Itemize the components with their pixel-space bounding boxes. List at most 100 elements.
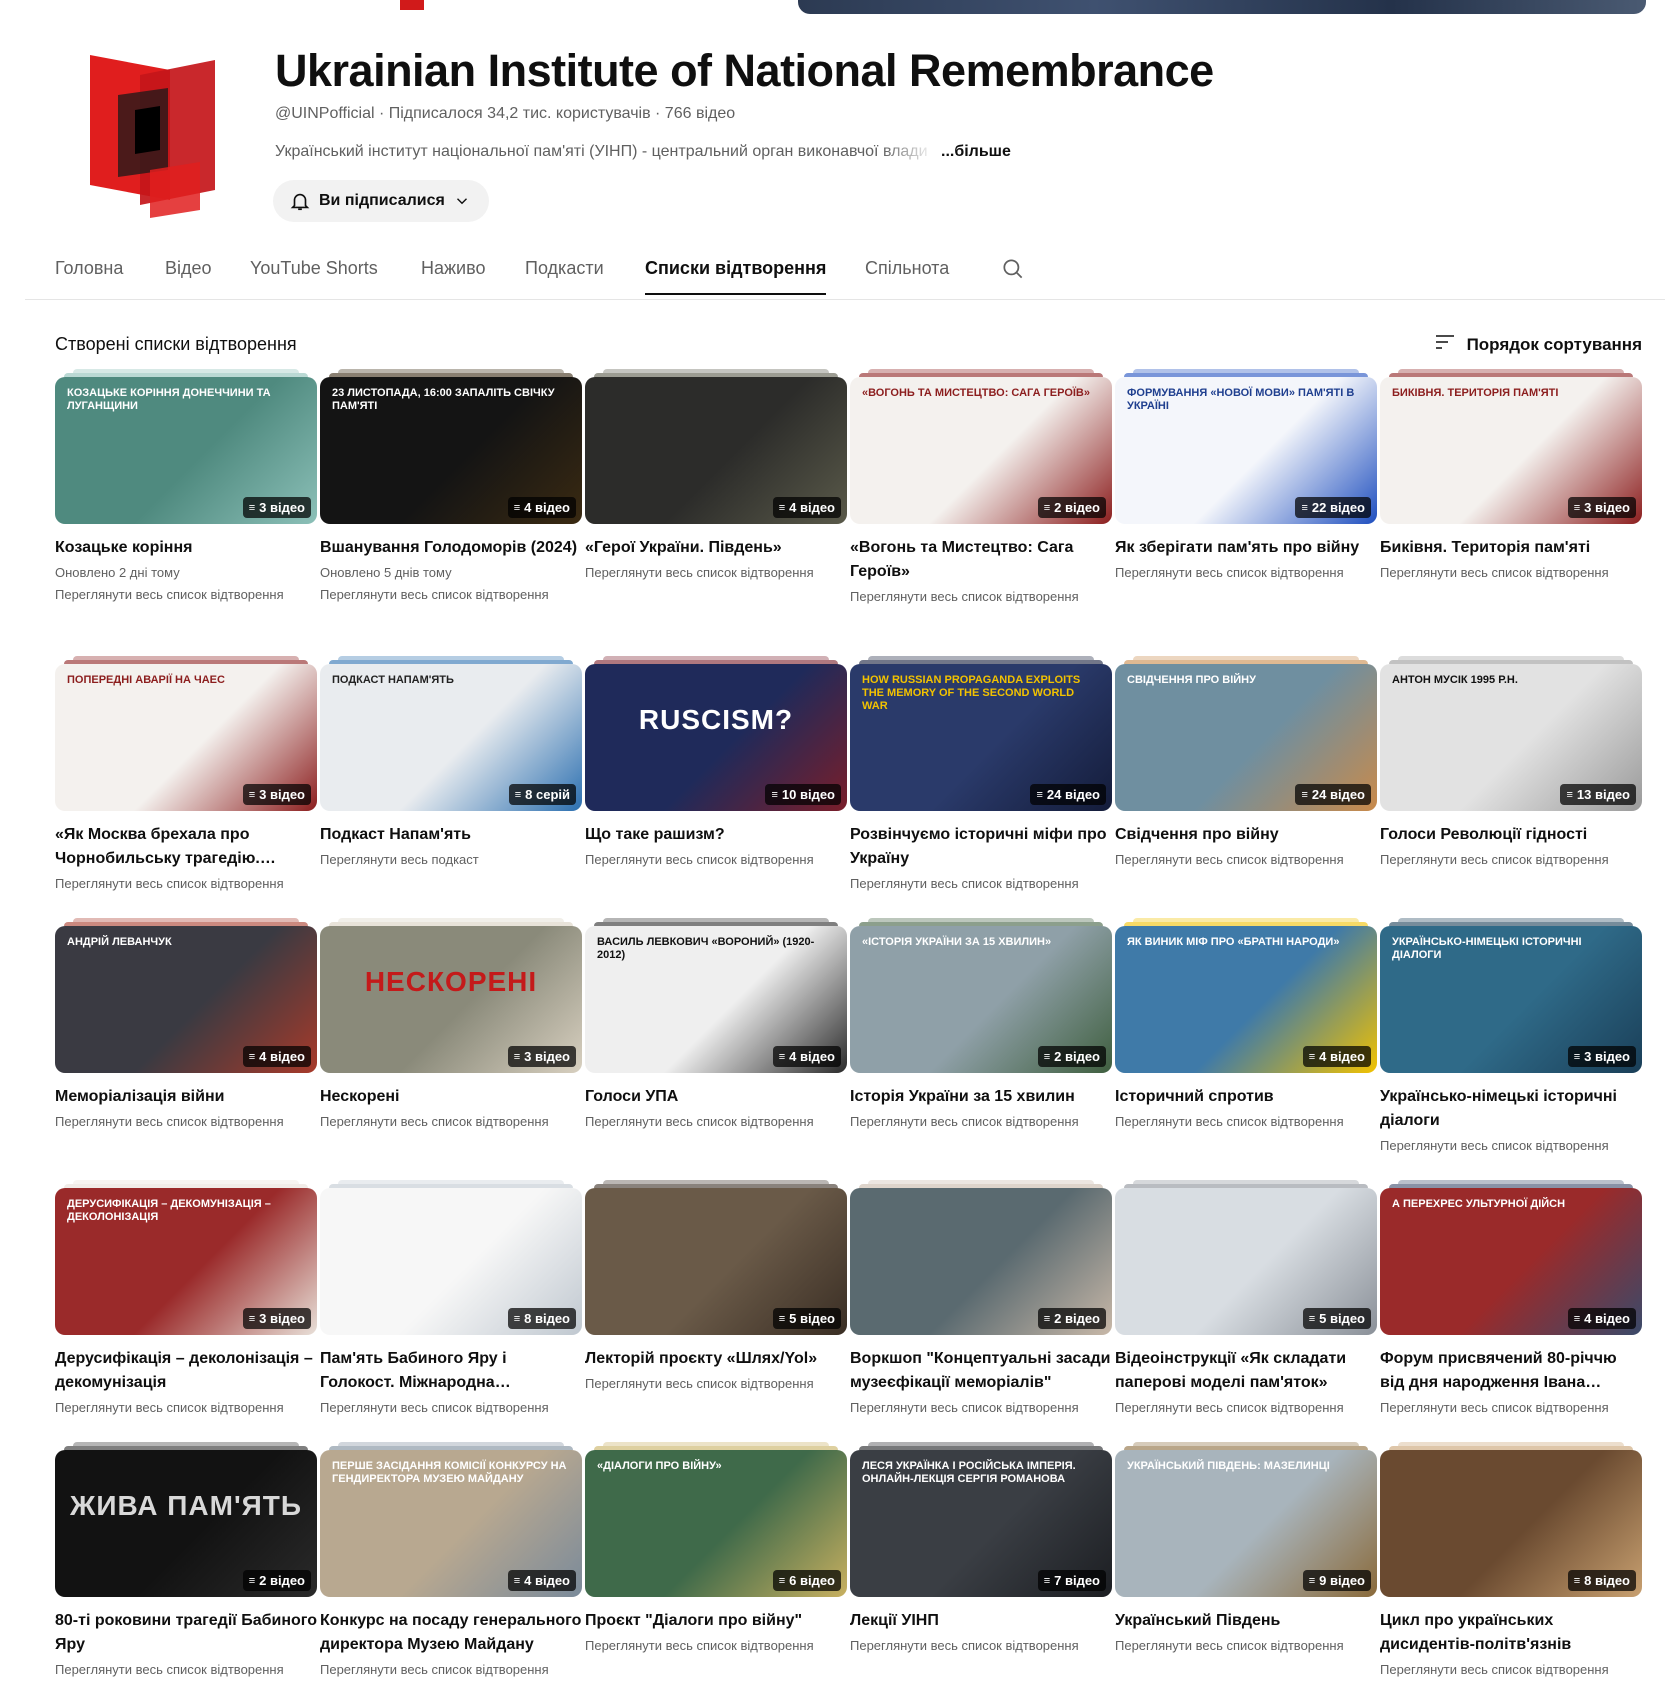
playlist-title[interactable]: Конкурс на посаду генерального директора… bbox=[320, 1609, 582, 1657]
tab-home[interactable]: Головна bbox=[55, 258, 123, 293]
playlist-title[interactable]: Форум присвячений 80-річчю від дня народ… bbox=[1380, 1347, 1642, 1395]
view-full-playlist-link[interactable]: Переглянути весь список відтворення bbox=[1115, 849, 1377, 871]
playlist-thumbnail[interactable]: HOW RUSSIAN PROPAGANDA EXPLOITS THE MEMO… bbox=[850, 664, 1112, 811]
playlist-thumbnail[interactable]: ВАСИЛЬ ЛЕВКОВИЧ «ВОРОНИЙ» (1920-2012) ≡ 4 … bbox=[585, 926, 847, 1073]
view-full-playlist-link[interactable]: Переглянути весь список відтворення bbox=[850, 1111, 1112, 1133]
view-full-playlist-link[interactable]: Переглянути весь список відтворення bbox=[850, 586, 1112, 608]
playlist-title[interactable]: Лекції УІНП bbox=[850, 1609, 1112, 1633]
view-full-playlist-link[interactable]: Переглянути весь список відтворення bbox=[1380, 1397, 1642, 1419]
playlist-title[interactable]: Голоси Революції гідності bbox=[1380, 823, 1642, 847]
playlist-thumbnail[interactable]: ЖИВА ПАМ'ЯТЬ ≡ 2 відео bbox=[55, 1450, 317, 1597]
playlist-thumbnail[interactable]: Як виник міф про «братні народи» ≡ 4 відео bbox=[1115, 926, 1377, 1073]
playlist-thumbnail[interactable]: ЛЕСЯ УКРАЇНКА І РОСІЙСЬКА ІМПЕРІЯ. ОНЛАЙ… bbox=[850, 1450, 1112, 1597]
playlist-title[interactable]: Цикл про українських дисидентів-політв'я… bbox=[1380, 1609, 1642, 1657]
playlist-thumbnail[interactable]: 23 ЛИСТОПАДА, 16:00 ЗАПАЛІТЬ СВІЧКУ ПАМ'… bbox=[320, 377, 582, 524]
playlist-thumbnail[interactable]: АНТОН МУСІК 1995 р.н. ≡ 13 відео bbox=[1380, 664, 1642, 811]
tab-playlists[interactable]: Списки відтворення bbox=[645, 258, 827, 295]
playlist-title[interactable]: Нескорені bbox=[320, 1085, 582, 1109]
playlist-title[interactable]: Що таке рашизм? bbox=[585, 823, 847, 847]
playlist-title[interactable]: Історичний спротив bbox=[1115, 1085, 1377, 1109]
view-full-playlist-link[interactable]: Переглянути весь список відтворення bbox=[1115, 1397, 1377, 1419]
playlist-title[interactable]: Українсько-німецькі історичні діалоги bbox=[1380, 1085, 1642, 1133]
view-full-playlist-link[interactable]: Переглянути весь список відтворення bbox=[55, 1111, 317, 1133]
playlist-thumbnail[interactable]: RUSCISM? ≡ 10 відео bbox=[585, 664, 847, 811]
playlist-thumbnail[interactable]: а перехрес ультурної дійсн ≡ 4 відео bbox=[1380, 1188, 1642, 1335]
playlist-title[interactable]: Биківня. Територія пам'яті bbox=[1380, 536, 1642, 560]
more-link[interactable]: ...більше bbox=[941, 143, 1011, 160]
playlist-thumbnail[interactable]: УКРАЇНСЬКО-НІМЕЦЬКІ ІСТОРИЧНІ ДІАЛОГИ ≡ 3 … bbox=[1380, 926, 1642, 1073]
playlist-thumbnail[interactable]: НЕСКОРЕНІ ≡ 3 відео bbox=[320, 926, 582, 1073]
tab-videos[interactable]: Відео bbox=[165, 258, 212, 293]
view-full-playlist-link[interactable]: Переглянути весь список відтворення bbox=[320, 1659, 582, 1681]
view-full-playlist-link[interactable]: Переглянути весь список відтворення bbox=[1380, 1135, 1642, 1157]
playlist-title[interactable]: «Вогонь та Мистецтво: Сага Героїв» bbox=[850, 536, 1112, 584]
playlist-title[interactable]: Козацьке коріння bbox=[55, 536, 317, 560]
playlist-title[interactable]: Голоси УПА bbox=[585, 1085, 847, 1109]
playlist-thumbnail[interactable]: ≡ 8 відео bbox=[1380, 1450, 1642, 1597]
playlist-title[interactable]: Відеоінструкції «Як складати паперові мо… bbox=[1115, 1347, 1377, 1395]
playlist-thumbnail[interactable]: АНДРІЙ ЛЕВАНЧУК ≡ 4 відео bbox=[55, 926, 317, 1073]
view-full-playlist-link[interactable]: Переглянути весь список відтворення bbox=[1115, 1111, 1377, 1133]
playlist-thumbnail[interactable]: ≡ 2 відео bbox=[850, 1188, 1112, 1335]
view-full-playlist-link[interactable]: Переглянути весь список відтворення bbox=[55, 584, 317, 606]
playlist-thumbnail[interactable]: СВІДЧЕННЯ ПРО ВІЙНУ ≡ 24 відео bbox=[1115, 664, 1377, 811]
playlist-title[interactable]: Розвінчуємо історичні міфи про Україну bbox=[850, 823, 1112, 871]
playlist-thumbnail[interactable]: КОЗАЦЬКЕ КОРІННЯ ДОНЕЧЧИНИ ТА ЛУГАНЩИНИ ≡… bbox=[55, 377, 317, 524]
playlist-thumbnail[interactable]: БИКІВНЯ. ТЕРИТОРІЯ ПАМ'ЯТІ ≡ 3 відео bbox=[1380, 377, 1642, 524]
view-full-playlist-link[interactable]: Переглянути весь список відтворення bbox=[850, 873, 1112, 895]
view-full-playlist-link[interactable]: Переглянути весь список відтворення bbox=[1380, 849, 1642, 871]
playlist-title[interactable]: Український Південь bbox=[1115, 1609, 1377, 1633]
playlist-thumbnail[interactable]: «ВОГОНЬ ТА МИСТЕЦТВО: САГА ГЕРОЇВ» ≡ 2 від… bbox=[850, 377, 1112, 524]
playlist-thumbnail[interactable]: ≡ 8 відео bbox=[320, 1188, 582, 1335]
view-full-playlist-link[interactable]: Переглянути весь список відтворення bbox=[1115, 562, 1377, 584]
view-full-playlist-link[interactable]: Переглянути весь список відтворення bbox=[55, 873, 317, 895]
sort-button[interactable]: Порядок сортування bbox=[1433, 330, 1642, 359]
view-full-playlist-link[interactable]: Переглянути весь список відтворення bbox=[585, 849, 847, 871]
playlist-thumbnail[interactable]: ≡ 5 відео bbox=[1115, 1188, 1377, 1335]
playlist-title[interactable]: Вшанування Голодоморів (2024) bbox=[320, 536, 582, 560]
view-full-playlist-link[interactable]: Переглянути весь список відтворення bbox=[585, 562, 847, 584]
view-full-playlist-link[interactable]: Переглянути весь список відтворення bbox=[320, 1397, 582, 1419]
view-full-playlist-link[interactable]: Переглянути весь список відтворення bbox=[850, 1397, 1112, 1419]
playlist-title[interactable]: «Герої України. Південь» bbox=[585, 536, 847, 560]
tab-shorts[interactable]: YouTube Shorts bbox=[250, 258, 378, 293]
playlist-thumbnail[interactable]: ПОПЕРЕДНІ АВАРІЇ НА ЧАЕС ≡ 3 відео bbox=[55, 664, 317, 811]
tab-podcasts[interactable]: Подкасти bbox=[525, 258, 604, 293]
playlist-thumbnail[interactable]: ПОДКАСТ НАПАМ'ЯТЬ ≡ 8 серій bbox=[320, 664, 582, 811]
channel-description-row[interactable]: Український інститут національної пам'ят… bbox=[275, 143, 1035, 161]
playlist-title[interactable]: Історія України за 15 хвилин bbox=[850, 1085, 1112, 1109]
view-full-playlist-link[interactable]: Переглянути весь список відтворення bbox=[320, 1111, 582, 1133]
tab-community[interactable]: Спільнота bbox=[865, 258, 949, 293]
view-full-playlist-link[interactable]: Переглянути весь список відтворення bbox=[585, 1373, 847, 1395]
view-full-playlist-link[interactable]: Переглянути весь список відтворення bbox=[1115, 1635, 1377, 1657]
playlist-thumbnail[interactable]: ПЕРШЕ ЗАСІДАННЯ КОМІСІЇ КОНКУРСУ НА ГЕНД… bbox=[320, 1450, 582, 1597]
search-icon[interactable] bbox=[1000, 256, 1026, 287]
view-full-playlist-link[interactable]: Переглянути весь список відтворення bbox=[1380, 1659, 1642, 1681]
playlist-title[interactable]: Меморіалізація війни bbox=[55, 1085, 317, 1109]
playlist-thumbnail[interactable]: ФОРМУВАННЯ «НОВОЇ МОВИ» ПАМ'ЯТІ В УКРАЇН… bbox=[1115, 377, 1377, 524]
playlist-thumbnail[interactable]: «ДІАЛОГИ ПРО ВІЙНУ» ≡ 6 відео bbox=[585, 1450, 847, 1597]
playlist-thumbnail[interactable]: ≡ 5 відео bbox=[585, 1188, 847, 1335]
subscribed-button[interactable]: Ви підписалися bbox=[273, 180, 489, 222]
playlist-title[interactable]: «Як Москва брехала про Чорнобильську тра… bbox=[55, 823, 317, 871]
view-full-playlist-link[interactable]: Переглянути весь список відтворення bbox=[55, 1659, 317, 1681]
playlist-title[interactable]: Проєкт "Діалоги про війну" bbox=[585, 1609, 847, 1633]
playlist-title[interactable]: Пам'ять Бабиного Яру і Голокост. Міжнаро… bbox=[320, 1347, 582, 1395]
view-full-playlist-link[interactable]: Переглянути весь список відтворення bbox=[585, 1635, 847, 1657]
view-full-playlist-link[interactable]: Переглянути весь список відтворення bbox=[850, 1635, 1112, 1657]
view-full-playlist-link[interactable]: Переглянути весь список відтворення bbox=[55, 1397, 317, 1419]
view-full-playlist-link[interactable]: Переглянути весь список відтворення bbox=[1380, 562, 1642, 584]
playlist-title[interactable]: Подкаст Напам'ять bbox=[320, 823, 582, 847]
playlist-title[interactable]: Воркшоп "Концептуальні засади музеєфікац… bbox=[850, 1347, 1112, 1395]
playlist-thumbnail[interactable]: ≡ 4 відео bbox=[585, 377, 847, 524]
playlist-title[interactable]: Лекторій проєкту «Шлях/Yol» bbox=[585, 1347, 847, 1371]
view-full-playlist-link[interactable]: Переглянути весь подкаст bbox=[320, 849, 582, 871]
playlist-title[interactable]: Як зберігати пам'ять про війну bbox=[1115, 536, 1377, 560]
playlist-title[interactable]: 80-ті роковини трагедії Бабиного Яру bbox=[55, 1609, 317, 1657]
tab-live[interactable]: Наживо bbox=[421, 258, 485, 293]
playlist-title[interactable]: Дерусифікація – деколонізація – декомуні… bbox=[55, 1347, 317, 1395]
playlist-thumbnail[interactable]: ДЕРУСИФІКАЦІЯ – ДЕКОМУНІЗАЦІЯ – ДЕКОЛОНІ… bbox=[55, 1188, 317, 1335]
playlist-thumbnail[interactable]: «ІСТОРІЯ УКРАЇНИ ЗА 15 ХВИЛИН» ≡ 2 відео bbox=[850, 926, 1112, 1073]
playlist-title[interactable]: Свідчення про війну bbox=[1115, 823, 1377, 847]
view-full-playlist-link[interactable]: Переглянути весь список відтворення bbox=[585, 1111, 847, 1133]
